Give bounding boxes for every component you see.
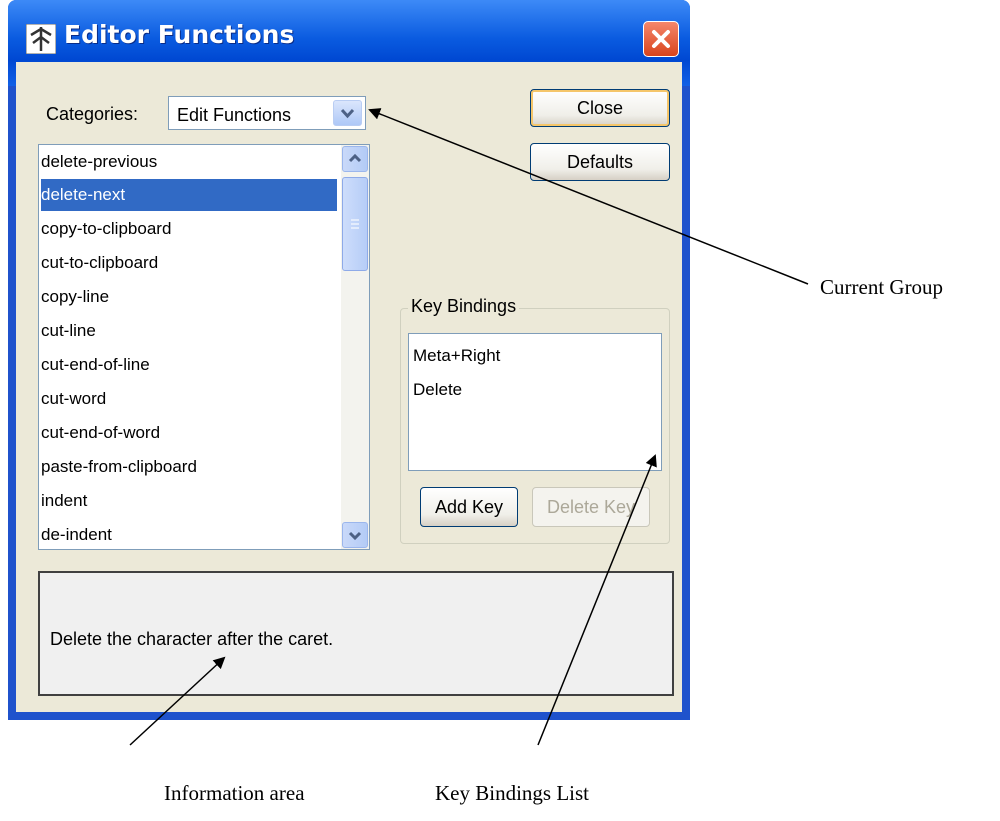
key-bindings-list-annotation: Key Bindings List: [435, 781, 590, 805]
information-area-annotation: Information area: [164, 781, 305, 805]
key-bindings-list-arrow: [537, 454, 657, 746]
callout-arrows: [129, 108, 809, 746]
current-group-arrow: [368, 108, 809, 285]
current-group-annotation: Current Group: [820, 275, 944, 299]
information-area-arrow: [129, 656, 226, 746]
